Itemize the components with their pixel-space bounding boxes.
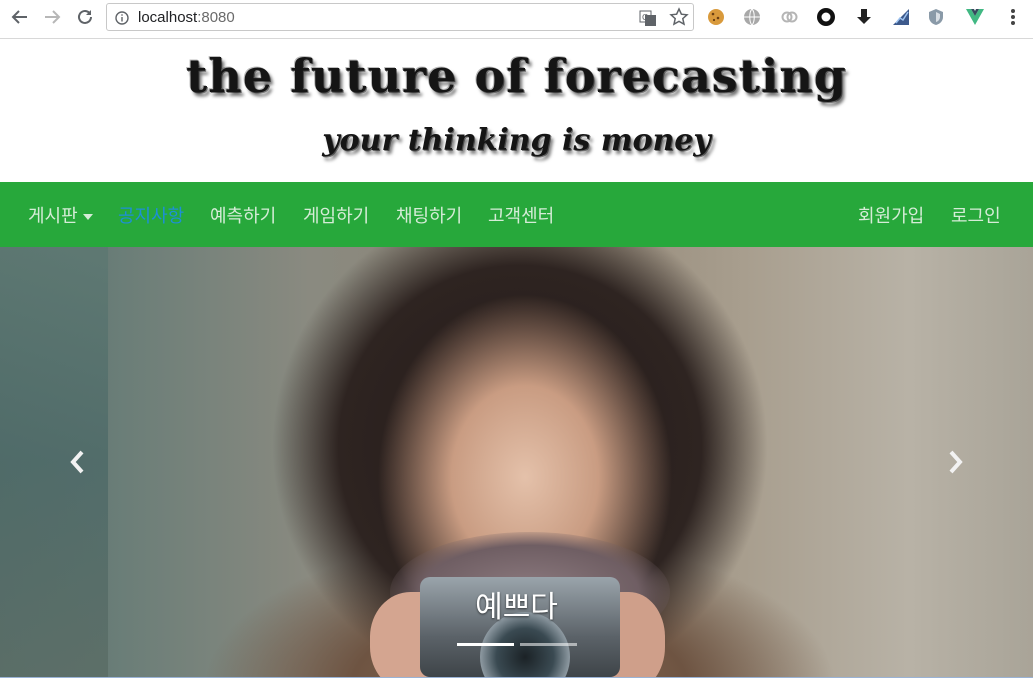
url-text: localhost:8080	[138, 9, 235, 26]
carousel-indicators	[457, 643, 577, 647]
menu-dots-icon[interactable]	[1002, 6, 1024, 28]
url-port: :8080	[197, 9, 235, 26]
nav-signup[interactable]: 회원가입	[858, 202, 924, 228]
browser-toolbar: localhost:8080 G	[0, 0, 1033, 39]
chart-extension-icon[interactable]	[890, 6, 912, 28]
link-extension-icon[interactable]	[778, 6, 800, 28]
star-icon[interactable]	[669, 7, 689, 27]
nav-predict[interactable]: 예측하기	[210, 202, 276, 228]
nav-support[interactable]: 고객센터	[488, 202, 554, 228]
divider	[0, 677, 1033, 678]
forward-icon[interactable]	[40, 5, 64, 29]
site-banner: the future of forecasting your thinking …	[0, 39, 1033, 182]
vue-devtools-icon[interactable]	[964, 6, 986, 28]
carousel-indicator[interactable]	[520, 643, 577, 646]
address-bar[interactable]: localhost:8080 G	[106, 3, 694, 31]
nav-game[interactable]: 게임하기	[303, 202, 369, 228]
site-title: the future of forecasting	[186, 49, 847, 103]
nav-board-dropdown[interactable]: 게시판	[28, 202, 93, 228]
download-extension-icon[interactable]	[853, 6, 875, 28]
back-icon[interactable]	[8, 5, 32, 29]
info-icon[interactable]	[115, 10, 129, 25]
cookie-extension-icon[interactable]	[705, 6, 727, 28]
nav-board-label: 게시판	[28, 206, 78, 227]
circle-extension-icon[interactable]	[815, 6, 837, 28]
chevron-right-icon	[949, 450, 963, 474]
nav-chat[interactable]: 채팅하기	[396, 202, 462, 228]
carousel-caption: 예쁘다	[475, 590, 558, 625]
url-host: localhost	[138, 9, 198, 26]
chevron-left-icon	[70, 450, 84, 474]
svg-text:G: G	[642, 13, 648, 22]
site-subtitle: your thinking is money	[322, 123, 711, 158]
nav-notice[interactable]: 공지사항	[118, 202, 184, 228]
nav-login[interactable]: 로그인	[951, 202, 1001, 228]
shield-extension-icon[interactable]	[925, 6, 947, 28]
translate-icon[interactable]: G	[639, 9, 657, 27]
carousel-next-button[interactable]	[941, 445, 971, 479]
carousel-indicator[interactable]	[457, 643, 514, 646]
reload-icon[interactable]	[73, 5, 97, 29]
globe-extension-icon[interactable]	[741, 6, 763, 28]
main-navbar: 게시판 공지사항 예측하기 게임하기 채팅하기 고객센터 회원가입 로그인	[0, 182, 1033, 247]
carousel-prev-button[interactable]	[62, 445, 92, 479]
caret-down-icon	[82, 214, 93, 220]
image-carousel: 예쁘다	[0, 247, 1033, 677]
